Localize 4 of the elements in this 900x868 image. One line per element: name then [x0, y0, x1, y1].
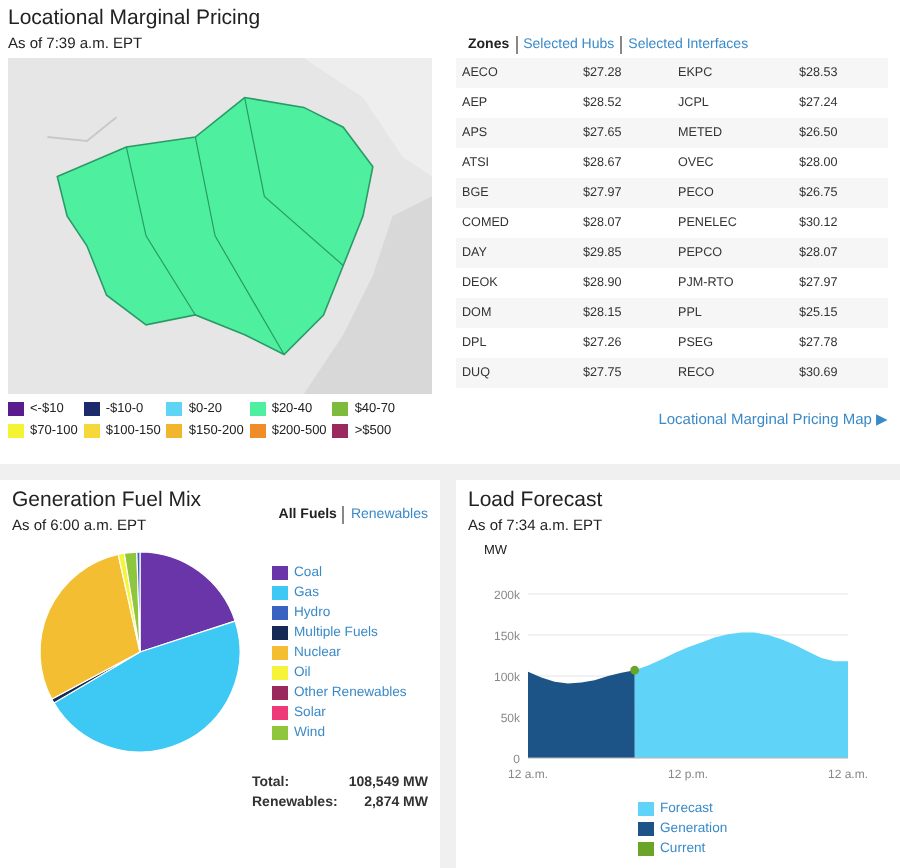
panel-title: Locational Marginal Pricing [8, 6, 263, 30]
current-point [630, 665, 640, 675]
panel-title: Load Forecast [468, 488, 605, 512]
panel-title: Generation Fuel Mix [12, 488, 202, 512]
